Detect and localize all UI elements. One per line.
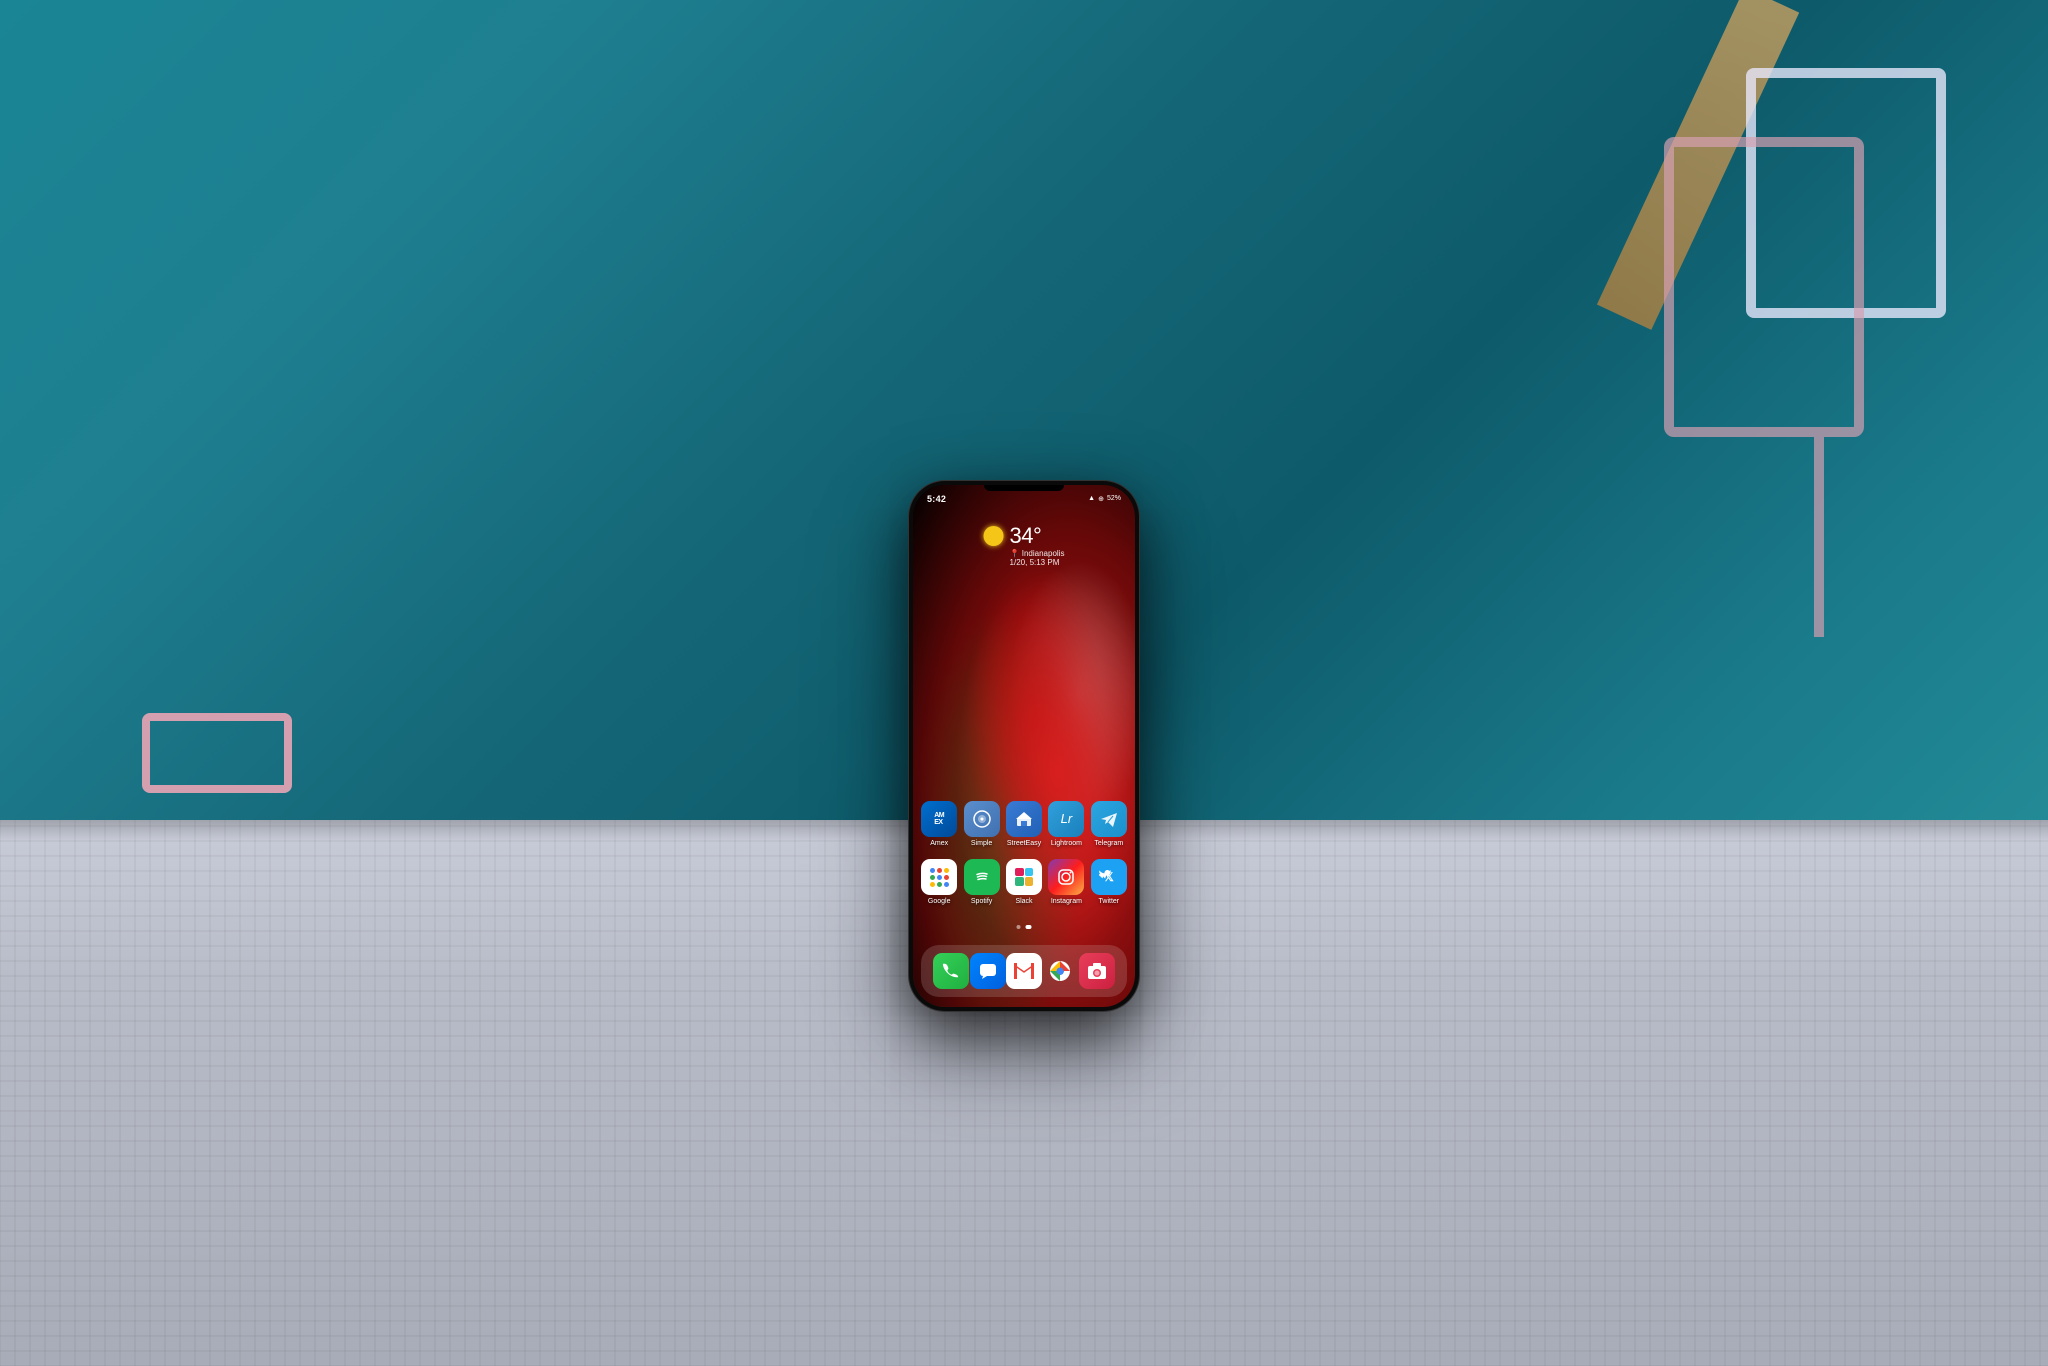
status-time: 5:42 [927, 494, 946, 504]
dock-camera-app[interactable] [1079, 953, 1115, 989]
app-spotify[interactable]: Spotify [963, 859, 999, 905]
simple-icon-svg [972, 809, 992, 829]
streeteasy-label: StreetEasy [1007, 840, 1041, 847]
app-instagram[interactable]: Instagram [1048, 859, 1084, 905]
chair-right [1604, 137, 1884, 637]
signal-icon: ▲ [1088, 495, 1095, 502]
phone-device: 5:42 ▲ ⊕ 52% 34° 📍 Indianapolis 1/20, 5:… [909, 481, 1139, 1011]
app-slack[interactable]: Slack [1006, 859, 1042, 905]
instagram-icon-svg [1056, 867, 1076, 887]
phone-call-icon [942, 962, 960, 980]
twitter-label: Twitter [1099, 898, 1120, 905]
weather-sun-icon [984, 526, 1004, 546]
weather-temperature: 34° [1010, 523, 1042, 549]
dock-messages-app[interactable] [970, 953, 1006, 989]
app-row-2: Google Spotify [921, 859, 1127, 905]
background: 5:42 ▲ ⊕ 52% 34° 📍 Indianapolis 1/20, 5:… [0, 0, 2048, 1366]
phone-notch [984, 485, 1064, 491]
telegram-label: Telegram [1094, 840, 1123, 847]
weather-date: 1/20, 5:13 PM [1010, 558, 1065, 567]
amex-label: Amex [930, 840, 948, 847]
battery-icon: 52% [1107, 495, 1121, 502]
svg-text:𝕏: 𝕏 [1104, 870, 1114, 884]
chair-right-back [1664, 137, 1864, 437]
app-grid: AMEX Amex Simple [913, 801, 1135, 917]
instagram-label: Instagram [1051, 898, 1082, 905]
google-icon[interactable] [921, 859, 957, 895]
phone-screen: 5:42 ▲ ⊕ 52% 34° 📍 Indianapolis 1/20, 5:… [913, 485, 1135, 1007]
weather-city: 📍 Indianapolis [1010, 549, 1065, 558]
lightroom-label: Lightroom [1051, 840, 1082, 847]
amex-icon[interactable]: AMEX [921, 801, 957, 837]
dock-gmail-app[interactable] [1006, 953, 1042, 989]
weather-widget: 34° 📍 Indianapolis 1/20, 5:13 PM [984, 523, 1065, 567]
app-streeteasy[interactable]: StreetEasy [1006, 801, 1042, 847]
spotify-icon-svg [972, 867, 992, 887]
weather-row: 34° [984, 523, 1065, 549]
telegram-icon[interactable] [1091, 801, 1127, 837]
app-simple[interactable]: Simple [963, 801, 999, 847]
spotify-label: Spotify [971, 898, 992, 905]
spotify-icon[interactable] [964, 859, 1000, 895]
app-telegram[interactable]: Telegram [1091, 801, 1127, 847]
streeteasy-icon-svg [1015, 810, 1033, 828]
twitter-icon-svg: 𝕏 [1099, 867, 1119, 887]
dock-phone-app[interactable] [933, 953, 969, 989]
gmail-icon [1014, 963, 1034, 979]
simple-label: Simple [971, 840, 992, 847]
chair-left-back [142, 713, 292, 793]
messages-icon [979, 962, 997, 980]
simple-icon[interactable] [964, 801, 1000, 837]
slack-label: Slack [1015, 898, 1032, 905]
instagram-icon[interactable] [1048, 859, 1084, 895]
google-label: Google [928, 898, 951, 905]
dock-chrome-app[interactable] [1042, 953, 1078, 989]
slack-icon[interactable] [1006, 859, 1042, 895]
chair-right-leg [1814, 437, 1824, 637]
streeteasy-icon[interactable] [1006, 801, 1042, 837]
app-twitter[interactable]: 𝕏 Twitter [1091, 859, 1127, 905]
wifi-icon: ⊕ [1098, 495, 1104, 503]
location-pin-icon: 📍 [1010, 549, 1020, 558]
chrome-icon [1048, 959, 1072, 983]
google-dots-grid [930, 868, 948, 886]
twitter-icon[interactable]: 𝕏 [1091, 859, 1127, 895]
app-google[interactable]: Google [921, 859, 957, 905]
lightroom-icon[interactable]: Lr [1048, 801, 1084, 837]
status-icons: ▲ ⊕ 52% [1088, 495, 1121, 503]
app-amex[interactable]: AMEX Amex [921, 801, 957, 847]
app-lightroom[interactable]: Lr Lightroom [1048, 801, 1084, 847]
camera-icon [1087, 962, 1107, 980]
slack-grid [1015, 868, 1033, 886]
telegram-icon-svg [1099, 809, 1119, 829]
page-dot-2 [1026, 925, 1032, 929]
app-row-1: AMEX Amex Simple [921, 801, 1127, 847]
page-indicators [1017, 925, 1032, 929]
page-dot-1 [1017, 925, 1021, 929]
dock [921, 945, 1127, 997]
